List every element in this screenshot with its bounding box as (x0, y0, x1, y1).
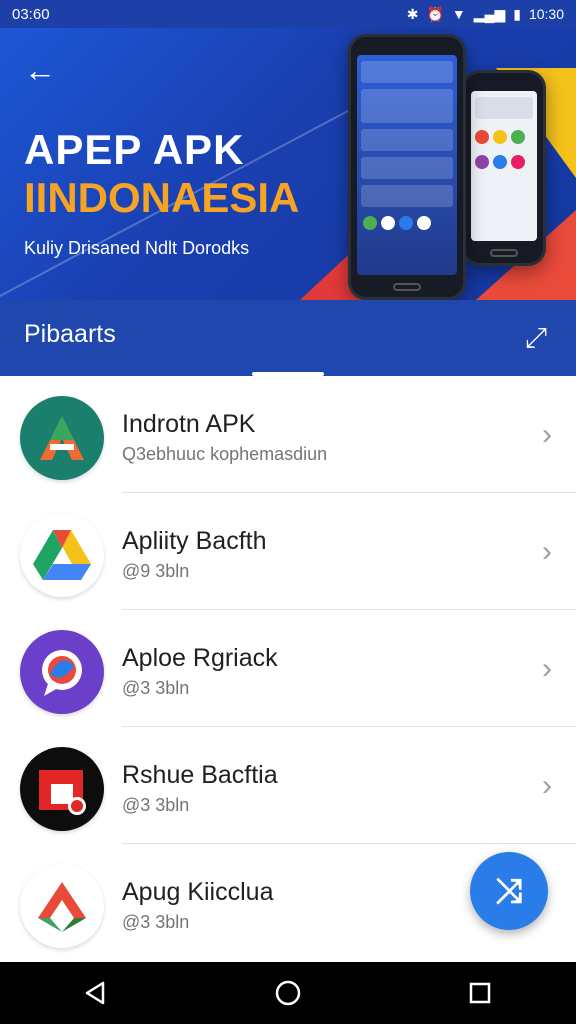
status-bar: 03:60 ✱ ⏰ ▼ ▂▄▆ ▮ 10:30 (0, 0, 576, 28)
chat-logo-graphic (42, 650, 82, 696)
section-header: Pibaarts ⤢ (0, 300, 576, 376)
app-dot (493, 155, 507, 169)
list-item[interactable]: Indrotn APK Q3ebhuuc kophemasdiun › (0, 376, 576, 493)
arrow-logo-icon (20, 864, 104, 948)
banner-title: APEP APK (24, 126, 245, 173)
nav-recents-button[interactable] (450, 968, 510, 1018)
phone-front-screen (357, 55, 457, 275)
red-square-logo-graphic (39, 770, 86, 815)
wifi-icon: ▼ (451, 6, 466, 22)
arrow-logo-graphic (38, 882, 86, 932)
hero-banner: ← APEP APK IINDONAESIA Kuliy Drisaned Nd… (0, 28, 576, 300)
system-nav-bar (0, 962, 576, 1024)
list-item-subtitle: @3 3bln (122, 912, 190, 932)
bluetooth-icon: ✱ (406, 5, 419, 22)
shuffle-fab-button[interactable]: ⤨ (470, 852, 548, 930)
phone-home-button (490, 249, 518, 257)
phone-home-button (393, 283, 421, 291)
drive-logo-icon (20, 513, 104, 597)
nav-home-button[interactable] (258, 968, 318, 1018)
list-item-subtitle: @9 3bln (122, 561, 190, 581)
status-time-left: 03:60 (12, 5, 50, 23)
red-square-logo-icon (20, 747, 104, 831)
phone-back-screen (471, 91, 537, 241)
screen-row (361, 185, 453, 207)
back-arrow-icon[interactable]: ← (18, 50, 62, 90)
app-dot (511, 155, 525, 169)
app-dot (363, 216, 377, 230)
battery-icon: ▮ (513, 5, 521, 22)
phone-illustration-back (462, 70, 546, 266)
list-item-title: Apug Kiicclua (122, 878, 274, 906)
screen-row (475, 97, 533, 119)
app-dot (399, 216, 413, 230)
list-item-title: Indrotn APK (122, 410, 256, 438)
chevron-right-icon: › (542, 652, 552, 685)
recents-square-icon (469, 982, 491, 1004)
chevron-right-icon: › (542, 769, 552, 802)
section-title: Pibaarts (24, 320, 116, 348)
list-item-subtitle: Q3ebhuuc kophemasdiun (122, 444, 328, 464)
screen-row (361, 89, 453, 123)
list-item[interactable]: Rshue Bacftia @3 3bln › (0, 727, 576, 844)
a-logo-icon (20, 396, 104, 480)
screen-app-dots (357, 213, 457, 238)
list-item-title: Apliity Bacfth (122, 527, 267, 555)
status-time-right: 10:30 (528, 6, 564, 22)
phone-illustration-front (348, 34, 466, 300)
signal-icon: ▂▄▆ (473, 5, 506, 22)
app-dot (511, 130, 525, 144)
screen-row (361, 157, 453, 179)
chevron-right-icon: › (542, 535, 552, 568)
nav-back-button[interactable] (66, 968, 126, 1018)
drive-logo-graphic (33, 530, 91, 580)
app-dot (475, 155, 489, 169)
list-item[interactable]: Apliity Bacfth @9 3bln › (0, 493, 576, 610)
home-circle-icon (275, 980, 301, 1006)
list-item-subtitle: @3 3bln (122, 678, 190, 698)
list-item-title: Rshue Bacftia (122, 761, 278, 789)
screen-app-grid (471, 125, 537, 179)
status-icons: ✱ ⏰ ▼ ▂▄▆ ▮ 10:30 (407, 6, 564, 23)
a-logo-graphic (40, 416, 84, 460)
list-item-subtitle: @3 3bln (122, 795, 190, 815)
chat-logo-icon (20, 630, 104, 714)
screen-row (361, 129, 453, 151)
app-dot (475, 130, 489, 144)
alarm-icon: ⏰ (426, 5, 444, 22)
banner-subtitle: IINDONAESIA (24, 174, 300, 221)
back-triangle-icon (85, 981, 105, 1005)
list-item[interactable]: Aploe Rgriack @3 3bln › (0, 610, 576, 727)
app-dot (381, 216, 395, 230)
screen-row (361, 61, 453, 83)
app-dot (417, 216, 431, 230)
pin-icon[interactable]: ⤢ (518, 320, 554, 356)
app-dot (493, 130, 507, 144)
list-item-title: Aploe Rgriack (122, 644, 278, 672)
chevron-right-icon: › (542, 418, 552, 451)
shuffle-icon: ⤨ (495, 871, 523, 910)
banner-tagline: Kuliy Drisaned Ndlt Dorodks (24, 238, 250, 258)
